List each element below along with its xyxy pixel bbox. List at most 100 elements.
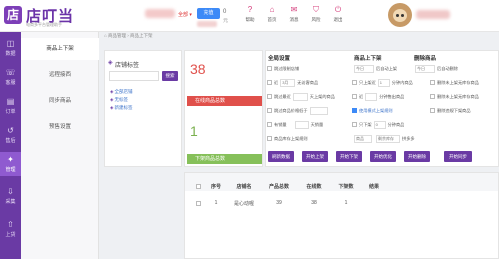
recharge-button[interactable]: 充值: [197, 8, 220, 19]
only-unshelf-checkbox[interactable]: [352, 122, 357, 127]
sold-minutes-input[interactable]: [365, 92, 378, 101]
sidebar-item-aftersale[interactable]: ↺ 售后: [0, 123, 21, 147]
filter-label: 商品库存上架规则: [274, 135, 308, 141]
nav-logout[interactable]: ⏻ 退出: [328, 5, 348, 23]
online-count: 38: [190, 61, 206, 77]
row-shop-name: 是心动喔: [233, 201, 254, 207]
redacted-info: [197, 21, 217, 27]
unshelf-minutes-input[interactable]: 0: [373, 120, 386, 129]
sidebar-item-label: 采集: [5, 199, 16, 205]
filter-row-2c: 删除未上架无库存商品: [430, 78, 479, 87]
sales-days-input[interactable]: [294, 120, 309, 129]
nav-risk[interactable]: ⛉ 风险: [306, 5, 326, 23]
refresh-data-button[interactable]: 刷新数据: [268, 151, 294, 162]
delete-unshelved-checkbox[interactable]: [430, 94, 435, 99]
row-total: 39: [276, 200, 282, 206]
skip-days-input[interactable]: [292, 92, 308, 101]
sidebar-item-collect[interactable]: ⇩ 采集: [0, 184, 21, 208]
min-price-checkbox[interactable]: [267, 108, 272, 113]
app-logo[interactable]: 店 店叮当 电商多平台管理助手: [4, 4, 114, 30]
tag-item-new[interactable]: ◈新建标签: [110, 105, 132, 111]
shelf-settings-title: 商品上下架: [354, 56, 382, 62]
nav-help-label: 帮助: [245, 17, 255, 22]
sidebar-item-label: 订单: [5, 109, 16, 115]
nav-help[interactable]: ? 帮助: [240, 5, 260, 23]
logout-icon: ⏻: [334, 5, 342, 14]
avatar[interactable]: [388, 3, 412, 27]
nav-message[interactable]: ✉ 消息: [284, 5, 304, 23]
tag-search-input[interactable]: [109, 71, 159, 81]
start-sync-button[interactable]: 开始同步: [444, 151, 472, 162]
subnav-item-remote[interactable]: 远程接西: [21, 64, 99, 86]
has-sales-checkbox[interactable]: [267, 122, 272, 127]
logo-mark-icon: 店: [4, 6, 22, 24]
nav-home[interactable]: ⌂ 首页: [262, 5, 282, 23]
col-header-online: 在线数: [306, 184, 322, 190]
top-header: 店 店叮当 电商多平台管理助手 全部 ▾ 充值 0 元 ? 帮助 ⌂ 首页 ✉ …: [0, 0, 499, 32]
remaining-stock-input[interactable]: 剩余库存: [376, 134, 400, 143]
tag-item-all[interactable]: ◈全部店铺: [110, 89, 132, 95]
filter-label: 删除未上架无库存商品: [437, 79, 479, 85]
stock-rule-checkbox[interactable]: [267, 136, 272, 141]
visitor-period-select[interactable]: 3月: [280, 78, 296, 87]
sub-sidebar: 商品上下架 远程接西 同步商品 预售设置: [21, 32, 99, 259]
start-unshelf-button[interactable]: 开始下架: [336, 151, 362, 162]
filter-label: 使用模式上架规则: [359, 107, 393, 113]
select-all-checkbox[interactable]: [196, 184, 201, 189]
sidebar-item-manage[interactable]: ✦ 管理: [0, 152, 21, 176]
sidebar-item-service[interactable]: ☏ 客服: [0, 65, 21, 89]
sidebar-item-data[interactable]: ◫ 数据: [0, 36, 21, 60]
filter-row-3a: 跳过最近 天上架的商品: [267, 92, 335, 101]
start-optimize-button[interactable]: 开始优化: [370, 151, 396, 162]
row-checkbox[interactable]: [196, 201, 201, 206]
filter-row-2a: 近 3月 无访客商品: [267, 78, 318, 87]
delete-no-stock-checkbox[interactable]: [430, 80, 435, 85]
subnav-item-sync[interactable]: 同步商品: [21, 90, 99, 112]
filter-label: 分钟商品: [387, 121, 405, 127]
filter-label: 近: [274, 79, 279, 85]
filter-row-6a: 商品库存上架规则: [267, 134, 308, 143]
sidebar-item-label: 客服: [5, 80, 16, 86]
start-delete-button[interactable]: 开始删除: [404, 151, 430, 162]
filter-row-1a: 跳过限制店铺: [267, 64, 299, 73]
offline-count: 1: [190, 123, 198, 139]
filter-label: 分钟内商品: [391, 79, 413, 85]
start-shelf-button[interactable]: 开始上架: [302, 151, 328, 162]
home-icon: ⌂: [269, 5, 275, 14]
sidebar-item-label: 管理: [5, 167, 16, 173]
filter-label: 后自动上架: [376, 65, 397, 71]
only-shelf-recent-checkbox[interactable]: [352, 80, 357, 85]
filter-label: 近: [359, 93, 364, 99]
filter-label: 只上架近: [359, 79, 376, 85]
shelf-minutes-input[interactable]: 1: [377, 78, 390, 87]
filter-row-5a: 有销量 天销量: [267, 120, 323, 129]
filter-label: 后自动删除: [437, 65, 458, 71]
delete-settings-title: 删除商品: [414, 56, 437, 62]
filter-label: 跳过商品价格低于: [274, 107, 308, 113]
delete-violation-checkbox[interactable]: [430, 108, 435, 113]
sidebar-item-orders[interactable]: ▤ 订单: [0, 94, 21, 118]
skip-recent-checkbox[interactable]: [267, 94, 272, 99]
sidebar-item-upload[interactable]: ⇧ 上货: [0, 217, 21, 241]
nav-message-label: 消息: [289, 17, 299, 22]
use-mode-checkbox[interactable]: [352, 108, 357, 113]
product-select[interactable]: 商品: [354, 134, 372, 143]
no-visitor-checkbox[interactable]: [267, 80, 272, 85]
tag-item-none[interactable]: ◈无标签: [110, 97, 128, 103]
subnav-item-presale[interactable]: 预售设置: [21, 116, 99, 138]
filter-row-4a: 跳过商品价格低于: [267, 106, 330, 115]
auto-delete-time-input[interactable]: 今日: [415, 64, 435, 73]
aftersale-icon: ↺: [7, 126, 14, 135]
store-select[interactable]: 全部 ▾: [178, 11, 192, 18]
recent-sold-checkbox[interactable]: [352, 94, 357, 99]
skip-limited-checkbox[interactable]: [267, 66, 272, 71]
row-online: 38: [311, 200, 317, 206]
tag-search-button[interactable]: 搜索: [162, 71, 178, 81]
min-price-input[interactable]: [309, 106, 328, 115]
auto-shelf-time-input[interactable]: 今日: [354, 64, 374, 73]
message-icon: ✉: [290, 5, 298, 14]
nav-logout-label: 退出: [333, 17, 343, 22]
headset-icon: ☏: [5, 68, 16, 77]
filter-label: 跳过最近: [274, 93, 291, 99]
subnav-item-shelf[interactable]: 商品上下架: [21, 38, 99, 60]
